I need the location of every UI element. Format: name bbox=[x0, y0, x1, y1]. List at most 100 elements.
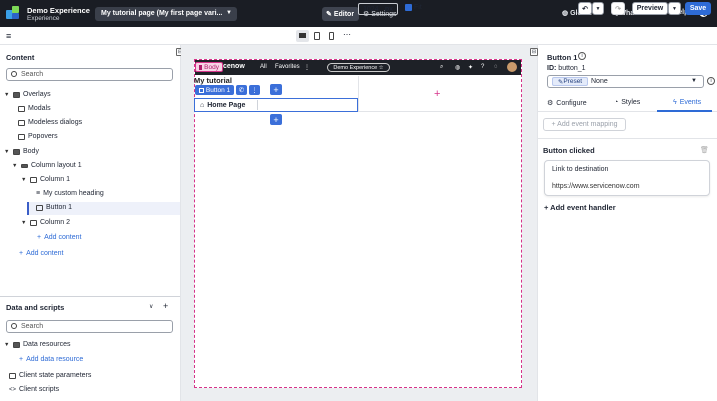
button-icon bbox=[198, 87, 204, 93]
modal-icon bbox=[18, 105, 25, 112]
button-1-selection-chip[interactable]: Button 1 bbox=[195, 85, 234, 95]
trash-icon[interactable]: 🗑 bbox=[700, 146, 709, 154]
info-icon[interactable]: i bbox=[707, 77, 715, 85]
data-panel-title: Data and scripts bbox=[6, 303, 65, 312]
tab-events[interactable]: ϟ Events bbox=[673, 99, 701, 106]
preset-chip: ✎ Preset bbox=[552, 77, 588, 86]
tree-item-modeless-dialogs[interactable]: Modeless dialogs bbox=[18, 119, 82, 126]
dialog-icon bbox=[18, 119, 25, 126]
viewport-width-input[interactable]: 1024 px bbox=[358, 3, 398, 15]
tab-configure[interactable]: ⚙ Configure bbox=[547, 99, 587, 108]
link-label: Add content bbox=[26, 250, 64, 257]
search-icon bbox=[11, 323, 17, 329]
add-above-button[interactable]: + bbox=[270, 84, 282, 95]
database-icon bbox=[13, 341, 20, 348]
data-search-input[interactable]: Search bbox=[6, 320, 173, 333]
preset-chip-label: Preset bbox=[563, 78, 583, 85]
chevron-down-icon[interactable]: ∨ bbox=[149, 303, 153, 310]
tree-item-client-scripts[interactable]: <> Client scripts bbox=[9, 386, 59, 393]
tree-label: Popovers bbox=[28, 133, 58, 140]
help-icon[interactable]: ? bbox=[481, 64, 484, 70]
desktop-icon bbox=[299, 33, 306, 38]
globe-icon[interactable]: ◍ bbox=[455, 64, 460, 71]
link-action-icon[interactable]: ✆ bbox=[236, 85, 247, 95]
save-button[interactable]: Save bbox=[685, 2, 711, 15]
home-button-label: Home Page bbox=[207, 101, 246, 109]
tree-item-column-1[interactable]: ▼ Column 1 bbox=[21, 176, 70, 183]
add-event-mapping-button[interactable]: + Add event mapping bbox=[543, 118, 626, 131]
chip-label: Button 1 bbox=[205, 86, 231, 94]
body-selection-tag[interactable]: Body bbox=[195, 62, 223, 72]
info-icon[interactable]: i bbox=[578, 52, 586, 60]
more-options-icon[interactable]: ⋯ bbox=[343, 30, 351, 39]
tree-item-modals[interactable]: Modals bbox=[18, 105, 51, 112]
preview-dropdown-button[interactable]: ▼ bbox=[668, 2, 681, 15]
app-title: Demo Experience bbox=[27, 6, 90, 15]
home-icon: ⌂ bbox=[200, 101, 205, 109]
undo-dropdown-button[interactable]: ▼ bbox=[592, 2, 604, 15]
tab-styles[interactable]: ◔ Styles bbox=[614, 99, 640, 106]
columns-icon bbox=[21, 163, 28, 168]
add-data-resource-link[interactable]: + Add data resource bbox=[19, 356, 83, 363]
caret-down-icon: ▼ bbox=[4, 91, 10, 98]
search-icon[interactable]: ⌕ bbox=[440, 64, 443, 71]
tablet-icon[interactable] bbox=[314, 32, 320, 40]
link-label: Add content bbox=[44, 234, 82, 241]
editor-tab-button[interactable]: ✎ Editor bbox=[322, 7, 359, 21]
page-heading[interactable]: My tutorial bbox=[194, 76, 232, 85]
chevron-down-icon: ▼ bbox=[595, 5, 601, 12]
menu-icon[interactable]: ≡ bbox=[6, 31, 11, 41]
tree-item-client-state[interactable]: Client state parameters bbox=[9, 372, 91, 379]
plus-icon: + bbox=[19, 250, 24, 257]
content-panel-title: Content bbox=[6, 53, 35, 62]
avatar[interactable] bbox=[507, 62, 517, 72]
undo-button[interactable]: ↶ bbox=[578, 2, 592, 15]
add-icon[interactable]: + bbox=[163, 301, 168, 311]
demo-experience-pill[interactable]: Demo Experience ☆ bbox=[327, 63, 390, 72]
tree-item-column-2[interactable]: ▼ Column 2 bbox=[21, 219, 70, 226]
palette-icon: ◔ bbox=[614, 99, 619, 106]
tree-item-custom-heading[interactable]: ≡ My custom heading bbox=[36, 190, 104, 197]
add-content-body-link[interactable]: + Add content bbox=[19, 250, 63, 257]
tree-item-button-1[interactable]: Button 1 bbox=[36, 204, 72, 211]
lightning-icon: ϟ bbox=[673, 99, 677, 106]
add-content-column-link[interactable]: + Add content bbox=[37, 234, 81, 241]
search-placeholder: Search bbox=[21, 323, 44, 330]
nav-all[interactable]: All bbox=[260, 64, 267, 70]
nav-more[interactable]: ⋮ bbox=[304, 64, 310, 71]
home-page-button[interactable]: ⌂ Home Page bbox=[196, 100, 258, 110]
body-icon bbox=[13, 148, 20, 155]
tree-item-data-resources[interactable]: ▼ Data resources bbox=[4, 341, 70, 348]
star-icon[interactable]: ✦ bbox=[468, 64, 473, 71]
caret-down-icon: ▼ bbox=[4, 148, 10, 155]
caret-down-icon: ▼ bbox=[12, 162, 18, 169]
add-to-column-icon[interactable]: + bbox=[434, 88, 440, 100]
undo-icon: ↶ bbox=[582, 5, 588, 13]
tree-item-popovers[interactable]: Popovers bbox=[18, 133, 58, 140]
content-search-input[interactable]: Search bbox=[6, 68, 173, 81]
divider bbox=[0, 296, 180, 297]
width-unit: px bbox=[384, 5, 393, 13]
component-id: ID: button_1 bbox=[547, 65, 586, 72]
nav-favorites[interactable]: Favorites bbox=[275, 64, 300, 70]
collapse-right-panel-icon[interactable]: ⊟ bbox=[530, 48, 538, 56]
tree-item-column-layout[interactable]: ▼ Column layout 1 bbox=[12, 162, 82, 169]
handler-url: https://www.servicenow.com bbox=[552, 183, 640, 190]
mobile-icon[interactable] bbox=[329, 32, 334, 40]
more-vertical-icon[interactable]: ⋮ bbox=[249, 85, 260, 95]
add-event-handler-button[interactable]: + Add event handler bbox=[544, 203, 616, 212]
column-icon bbox=[30, 219, 37, 226]
bell-icon[interactable]: ◌ bbox=[494, 64, 498, 70]
preview-button[interactable]: Preview bbox=[632, 2, 668, 15]
caret-down-icon: ▼ bbox=[21, 219, 27, 226]
page-selector-dropdown[interactable]: My tutorial page (My first page vari... … bbox=[95, 7, 237, 21]
redo-button[interactable]: ↷ bbox=[611, 2, 625, 15]
tree-item-overlays[interactable]: ▼ Overlays bbox=[4, 91, 51, 98]
fit-checkbox[interactable] bbox=[405, 4, 412, 11]
add-below-button[interactable]: + bbox=[270, 114, 282, 125]
tree-item-body[interactable]: ▼ Body bbox=[4, 148, 39, 155]
tab-label: Events bbox=[679, 99, 702, 106]
desktop-view-button[interactable] bbox=[296, 30, 309, 42]
tree-label: Modals bbox=[28, 105, 51, 112]
tree-label: Column 1 bbox=[40, 176, 70, 183]
